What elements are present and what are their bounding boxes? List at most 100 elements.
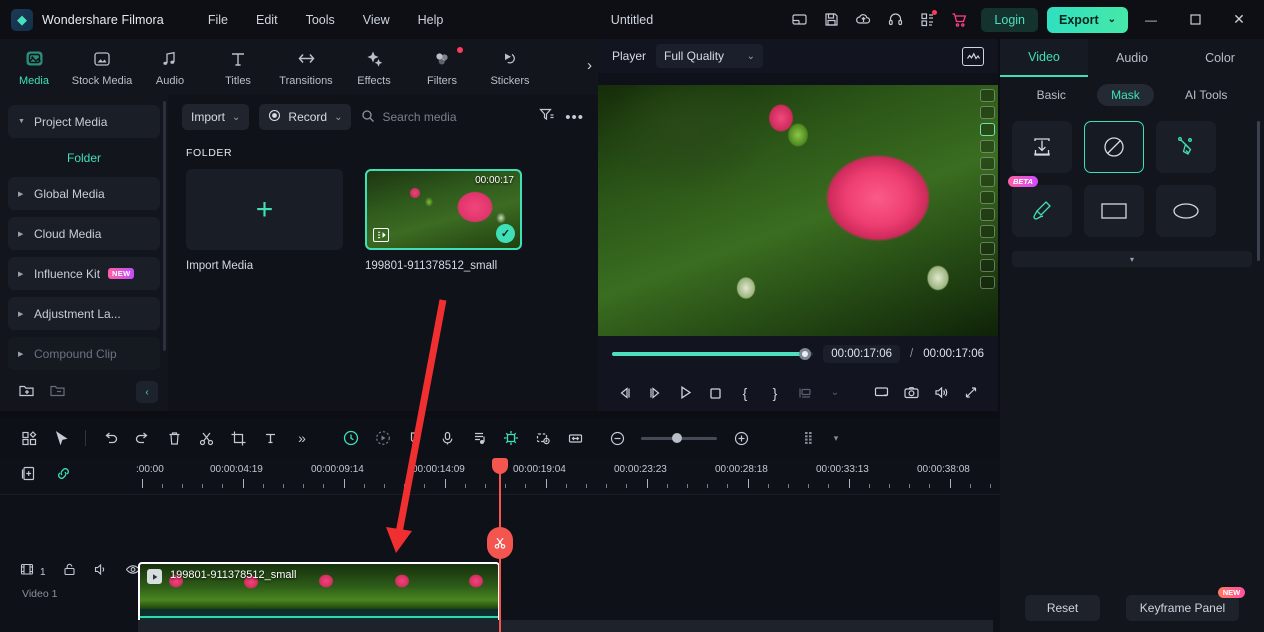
more-tools-button[interactable]: »	[287, 424, 317, 452]
zoom-in-button[interactable]	[726, 424, 756, 452]
sidebar-item-compound-clip[interactable]: ▶ Compound Clip	[8, 337, 160, 370]
search-media-field[interactable]	[361, 109, 528, 126]
sidebar-item-influence-kit[interactable]: ▶ Influence Kit NEW	[8, 257, 160, 290]
rail-button[interactable]	[979, 242, 995, 255]
rail-button[interactable]	[979, 89, 995, 102]
window-maximize-button[interactable]	[1174, 0, 1216, 39]
mask-tool-button[interactable]	[400, 424, 430, 452]
color-match-button[interactable]	[496, 424, 526, 452]
subtab-mask[interactable]: Mask	[1097, 84, 1154, 106]
timeline-ruler[interactable]: :00:00 00:00:04:19 00:00:09:14 00:00:14:…	[136, 458, 1000, 494]
keyframe-panel-button[interactable]: NEW Keyframe Panel	[1125, 587, 1246, 621]
plus-icon[interactable]: +	[256, 194, 274, 225]
mask-rectangle-option[interactable]	[1084, 185, 1144, 237]
fit-timeline-button[interactable]	[560, 424, 590, 452]
tab-audio[interactable]: Audio	[136, 48, 204, 87]
mask-brush-option[interactable]: BETA	[1008, 176, 1072, 237]
redo-button[interactable]	[127, 424, 157, 452]
render-preview-icon[interactable]	[796, 424, 826, 452]
play-button[interactable]	[672, 380, 698, 406]
record-button[interactable]: Record ⌄	[259, 104, 352, 130]
rail-button[interactable]	[979, 157, 995, 170]
properties-scrollbar[interactable]	[1257, 121, 1260, 261]
undo-button[interactable]	[95, 424, 125, 452]
zoom-out-button[interactable]	[602, 424, 632, 452]
render-dropdown-caret[interactable]: ▾	[828, 424, 844, 452]
subtab-basic[interactable]: Basic	[1023, 84, 1080, 106]
sidebar-item-adjustment-layer[interactable]: ▶ Adjustment La...	[8, 297, 160, 330]
rail-button[interactable]	[979, 191, 995, 204]
import-media-tile[interactable]: + Import Media	[186, 169, 343, 272]
more-options-icon[interactable]: •••	[565, 109, 584, 126]
rail-button[interactable]	[979, 106, 995, 119]
sidebar-item-global-media[interactable]: ▶ Global Media	[8, 177, 160, 210]
crop-button[interactable]	[223, 424, 253, 452]
stop-button[interactable]	[702, 380, 728, 406]
menu-edit[interactable]: Edit	[244, 8, 290, 32]
media-item[interactable]: 00:00:17 ✓ 199801-911378512_small	[365, 169, 522, 272]
chevron-down-icon[interactable]: ▼	[18, 118, 26, 125]
filter-icon[interactable]	[538, 106, 555, 128]
add-track-icon[interactable]	[20, 465, 37, 487]
tab-media[interactable]: Media	[0, 48, 68, 87]
prev-frame-button[interactable]	[612, 380, 638, 406]
mask-none-option[interactable]	[1084, 121, 1144, 173]
current-time-field[interactable]: 00:00:17:06	[823, 345, 901, 363]
import-button[interactable]: Import ⌄	[182, 104, 250, 130]
new-folder-icon[interactable]	[18, 382, 35, 404]
playhead-handle[interactable]	[492, 458, 508, 474]
save-icon[interactable]	[816, 5, 846, 35]
animation-button[interactable]	[368, 424, 398, 452]
volume-button[interactable]	[928, 380, 954, 406]
mask-ellipse-option[interactable]	[1156, 185, 1216, 237]
auto-beat-button[interactable]	[464, 424, 494, 452]
qr-apps-icon[interactable]	[912, 5, 942, 35]
tab-filters[interactable]: Filters	[408, 46, 476, 87]
rail-button[interactable]	[979, 259, 995, 272]
video-canvas[interactable]	[598, 73, 998, 336]
markers-button[interactable]	[792, 380, 818, 406]
chevron-right-icon[interactable]: ›	[587, 57, 592, 74]
zoom-slider[interactable]	[641, 433, 717, 443]
playhead-split-button[interactable]	[487, 527, 513, 559]
sidebar-scrollbar[interactable]	[163, 101, 166, 351]
fullscreen-button[interactable]	[958, 380, 984, 406]
zoom-slider-handle[interactable]	[671, 433, 682, 443]
markers-dropdown[interactable]: ⌄	[822, 380, 848, 406]
mark-out-button[interactable]: }	[762, 380, 788, 406]
tab-stickers[interactable]: Stickers	[476, 48, 544, 87]
chevron-down-icon[interactable]: ⌄	[334, 112, 342, 123]
sidebar-item-project-media[interactable]: ▼ Project Media	[8, 105, 160, 138]
grid-view-button[interactable]	[14, 424, 44, 452]
tab-color[interactable]: Color	[1176, 39, 1264, 77]
lock-icon[interactable]	[62, 562, 77, 582]
chevron-down-icon[interactable]: ⌄	[232, 112, 240, 123]
rail-button[interactable]	[979, 140, 995, 153]
rail-button[interactable]	[979, 208, 995, 221]
chevron-right-icon[interactable]: ▶	[18, 350, 26, 358]
waveform-scope-icon[interactable]	[962, 46, 984, 66]
split-button[interactable]	[191, 424, 221, 452]
window-close-button[interactable]: ✕	[1218, 0, 1260, 39]
chevron-right-icon[interactable]: ▶	[18, 230, 26, 238]
search-input[interactable]	[382, 110, 503, 124]
media-thumbnail[interactable]: 00:00:17 ✓	[365, 169, 522, 250]
expand-masks-button[interactable]: ▾	[1012, 251, 1252, 267]
rail-button[interactable]	[979, 123, 995, 136]
mask-import-option[interactable]	[1012, 121, 1072, 173]
tab-video[interactable]: Video	[1000, 39, 1088, 77]
delete-folder-icon[interactable]	[49, 382, 66, 404]
menu-help[interactable]: Help	[406, 8, 456, 32]
green-screen-button[interactable]	[528, 424, 558, 452]
timeline-horizontal-scrollbar[interactable]	[138, 620, 993, 632]
speed-button[interactable]	[336, 424, 366, 452]
mark-in-button[interactable]: {	[732, 380, 758, 406]
chevron-right-icon[interactable]: ▶	[18, 190, 26, 198]
display-mode-button[interactable]	[868, 380, 894, 406]
chevron-down-icon[interactable]: ⌄	[747, 51, 755, 62]
tab-audio[interactable]: Audio	[1088, 39, 1176, 77]
tab-titles[interactable]: Titles	[204, 48, 272, 87]
menu-tools[interactable]: Tools	[294, 8, 347, 32]
headset-icon[interactable]	[880, 5, 910, 35]
link-icon[interactable]	[55, 465, 72, 487]
